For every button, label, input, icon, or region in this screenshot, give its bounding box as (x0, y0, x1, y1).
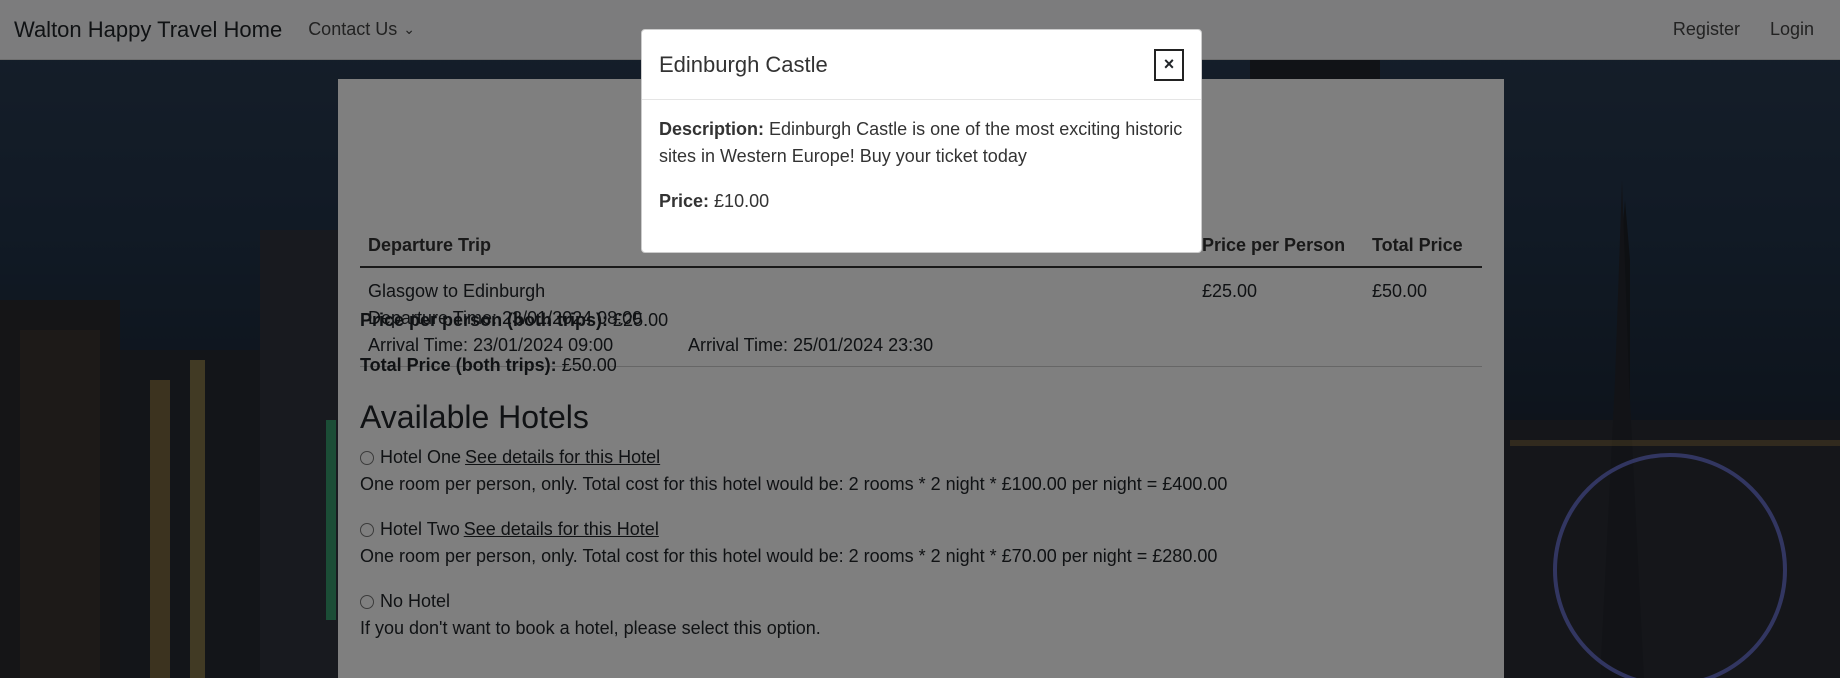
modal-description-label: Description: (659, 119, 765, 139)
modal-header: Edinburgh Castle × (642, 30, 1201, 100)
attraction-modal: Edinburgh Castle × Description: Edinburg… (641, 29, 1202, 253)
close-icon[interactable]: × (1154, 48, 1184, 81)
modal-price-value: £10.00 (714, 191, 770, 211)
modal-description: Description: Edinburgh Castle is one of … (659, 116, 1184, 170)
modal-price: Price: £10.00 (659, 188, 1184, 215)
modal-price-label: Price: (659, 191, 710, 211)
modal-body: Description: Edinburgh Castle is one of … (642, 100, 1201, 249)
modal-title: Edinburgh Castle (659, 51, 828, 77)
